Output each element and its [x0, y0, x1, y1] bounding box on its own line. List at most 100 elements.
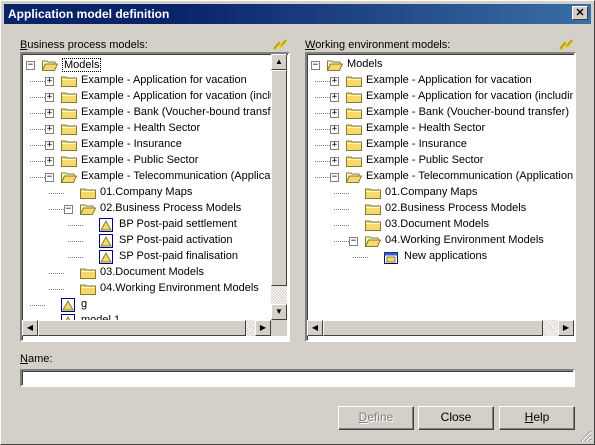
- expand-plus-icon[interactable]: +: [45, 141, 54, 150]
- tree-node-label: Example - Application for vacation (incl…: [81, 90, 271, 102]
- tree-node-label: Example - Bank (Voucher-bound transfer: [81, 106, 271, 118]
- tree-connector: [49, 289, 64, 290]
- refresh-left-icon[interactable]: [273, 39, 287, 51]
- tree-connector: [30, 113, 45, 114]
- tree-connector: [30, 145, 45, 146]
- tree-node[interactable]: 01.Company Maps: [23, 185, 271, 201]
- expand-plus-icon[interactable]: +: [45, 77, 54, 86]
- folder-icon: [346, 156, 362, 167]
- collapse-minus-icon[interactable]: −: [45, 173, 54, 182]
- expand-plus-icon[interactable]: +: [330, 109, 339, 118]
- tree-node-label: Example - Application for vacation (incl…: [366, 90, 573, 102]
- expand-plus-icon[interactable]: +: [330, 93, 339, 102]
- collapse-minus-icon[interactable]: −: [26, 61, 35, 70]
- scroll-thumb-horizontal[interactable]: [38, 320, 246, 336]
- tree-node[interactable]: BP Post-paid settlement: [23, 217, 271, 233]
- process-model-icon: [61, 298, 75, 312]
- define-button[interactable]: Define: [338, 406, 414, 430]
- scroll-up-arrow-icon[interactable]: ▲: [271, 54, 287, 70]
- scroll-left-arrow-icon[interactable]: ◀: [307, 320, 323, 336]
- tree-node[interactable]: 02.Business Process Models: [308, 201, 573, 217]
- tree-node[interactable]: + Example - Health Sector: [23, 121, 271, 137]
- help-button[interactable]: Help: [499, 406, 575, 430]
- tree-node[interactable]: + Example - Application for vacation (inc…: [308, 89, 573, 105]
- horizontal-scrollbar-right[interactable]: ◀ ▶: [307, 320, 574, 336]
- tree-node[interactable]: 03.Document Models: [308, 217, 573, 233]
- tree-node[interactable]: + Example - Health Sector: [308, 121, 573, 137]
- tree-node[interactable]: − Example - Telecommunication (Applicatio: [23, 169, 271, 185]
- tree-node[interactable]: + Example - Application for vacation: [23, 73, 271, 89]
- refresh-right-icon[interactable]: [559, 39, 573, 51]
- tree-node[interactable]: + Example - Public Sector: [23, 153, 271, 169]
- tree-node-label: Example - Telecommunication (Applicatio: [81, 170, 271, 182]
- tree-node[interactable]: New applications: [308, 249, 573, 265]
- folder-icon: [346, 124, 362, 135]
- tree-node[interactable]: − Example - Telecommunication (Applicatio…: [308, 169, 573, 185]
- expand-plus-icon[interactable]: +: [45, 125, 54, 134]
- tree-connector: [353, 257, 368, 258]
- expand-plus-icon[interactable]: +: [330, 157, 339, 166]
- scroll-corner: [271, 320, 287, 336]
- tree-node[interactable]: 04.Working Environment Models: [23, 281, 271, 297]
- title-bar[interactable]: Application model definition ✕: [4, 4, 591, 24]
- collapse-minus-icon[interactable]: −: [311, 61, 320, 70]
- resize-grip-icon[interactable]: [580, 430, 592, 442]
- collapse-minus-icon[interactable]: −: [349, 237, 358, 246]
- business-process-tree[interactable]: − Models + Example - Application for vacati…: [20, 52, 290, 342]
- tree-node[interactable]: − 02.Business Process Models: [23, 201, 271, 217]
- tree-node[interactable]: + Example - Application for vacation (inc…: [23, 89, 271, 105]
- folder-open-icon: [365, 236, 381, 247]
- expand-plus-icon[interactable]: +: [45, 109, 54, 118]
- tree-node-label: SP Post-paid activation: [119, 234, 233, 246]
- tree-node[interactable]: 01.Company Maps: [308, 185, 573, 201]
- folder-open-icon: [80, 204, 96, 215]
- close-button[interactable]: Close: [418, 406, 494, 430]
- tree-connector: [334, 241, 349, 242]
- tree-node[interactable]: + Example - Insurance: [23, 137, 271, 153]
- expand-plus-icon[interactable]: +: [330, 125, 339, 134]
- tree-node-label: 03.Document Models: [385, 218, 489, 230]
- tree-node[interactable]: SP Post-paid finalisation: [23, 249, 271, 265]
- tree-node[interactable]: SP Post-paid activation: [23, 233, 271, 249]
- tree-node[interactable]: − Models: [23, 57, 271, 73]
- tree-node-label: Example - Health Sector: [81, 122, 201, 134]
- horizontal-scrollbar-left[interactable]: ◀ ▶: [22, 320, 271, 336]
- scroll-thumb-horizontal[interactable]: [323, 320, 543, 336]
- scroll-down-arrow-icon[interactable]: ▼: [271, 304, 287, 320]
- collapse-minus-icon[interactable]: −: [64, 205, 73, 214]
- tree-node[interactable]: g: [23, 297, 271, 313]
- expand-plus-icon[interactable]: +: [45, 93, 54, 102]
- scroll-right-arrow-icon[interactable]: ▶: [255, 320, 271, 336]
- folder-icon: [61, 156, 77, 167]
- tree-node[interactable]: − Models: [308, 57, 573, 73]
- expand-plus-icon[interactable]: +: [330, 77, 339, 86]
- tree-node[interactable]: + Example - Insurance: [308, 137, 573, 153]
- scroll-left-arrow-icon[interactable]: ◀: [22, 320, 38, 336]
- tree-node-label: g: [81, 298, 88, 310]
- folder-icon: [346, 92, 362, 103]
- scroll-right-arrow-icon[interactable]: ▶: [558, 320, 574, 336]
- tree-node-label: Example - Public Sector: [366, 154, 484, 166]
- vertical-scrollbar-left[interactable]: ▲ ▼: [271, 54, 287, 320]
- collapse-minus-icon[interactable]: −: [330, 173, 339, 182]
- folder-open-icon: [42, 60, 58, 71]
- tree-node[interactable]: + Example - Application for vacation: [308, 73, 573, 89]
- expand-plus-icon[interactable]: +: [330, 141, 339, 150]
- expand-plus-icon[interactable]: +: [45, 157, 54, 166]
- working-environment-tree[interactable]: − Models + Example - Application for vacati…: [305, 52, 576, 342]
- tree-node[interactable]: + Example - Bank (Voucher-bound transfer): [308, 105, 573, 121]
- scroll-thumb-vertical[interactable]: [271, 70, 287, 286]
- tree-connector: [30, 305, 45, 306]
- tree-node[interactable]: 03.Document Models: [23, 265, 271, 281]
- name-input[interactable]: [20, 369, 575, 387]
- close-window-button[interactable]: ✕: [572, 6, 588, 20]
- tree-connector: [30, 177, 45, 178]
- tree-connector: [334, 209, 349, 210]
- tree-node[interactable]: − 04.Working Environment Models: [308, 233, 573, 249]
- tree-node[interactable]: + Example - Public Sector: [308, 153, 573, 169]
- tree-node-label: Models: [62, 58, 102, 72]
- folder-icon: [61, 140, 77, 151]
- tree-node-label: Example - Telecommunication (Application…: [366, 170, 573, 182]
- folder-icon: [80, 188, 96, 199]
- tree-node[interactable]: + Example - Bank (Voucher-bound transfer: [23, 105, 271, 121]
